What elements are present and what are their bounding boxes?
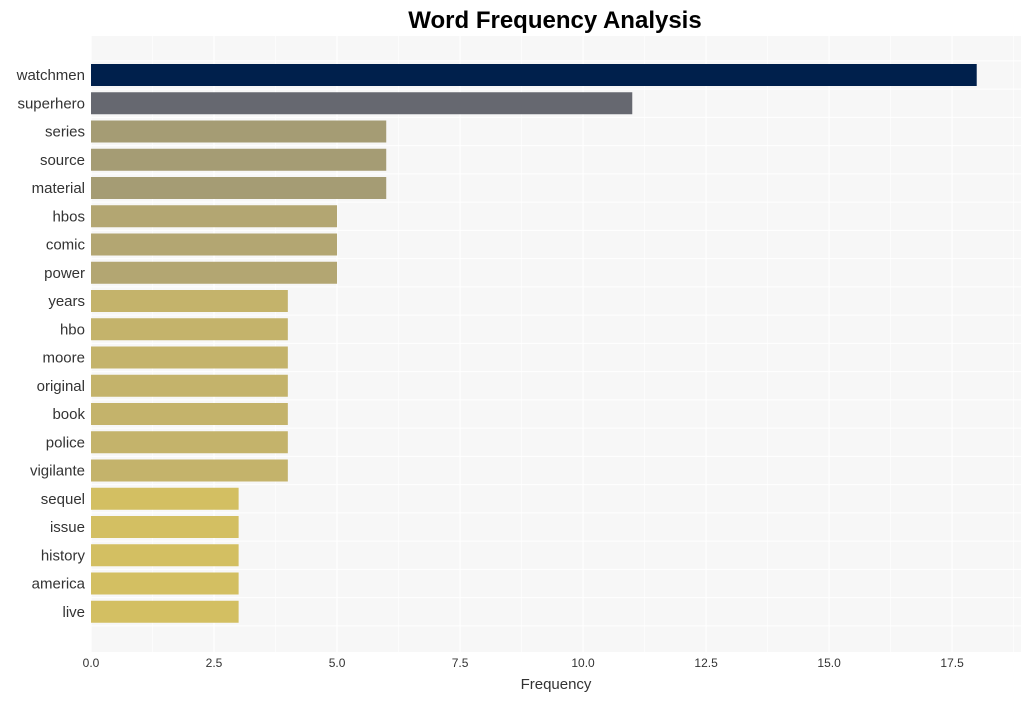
y-tick-label: comic <box>46 237 86 254</box>
bar-book <box>91 403 288 425</box>
y-tick-label: superhero <box>17 95 85 112</box>
y-tick-label: material <box>32 180 85 197</box>
y-tick-label: original <box>37 378 85 395</box>
x-tick-label: 7.5 <box>452 656 469 670</box>
y-tick-label: live <box>62 604 85 621</box>
bar-america <box>91 572 239 595</box>
x-tick-label: 10.0 <box>571 656 595 670</box>
y-tick-label: history <box>41 547 86 564</box>
bar-material <box>91 177 387 199</box>
y-tick-label: issue <box>50 519 85 536</box>
bar-original <box>91 374 288 397</box>
bar-sequel <box>91 487 239 510</box>
bar-chart: watchmen superhero series source material hbo… <box>16 7 1021 693</box>
y-tick-label: vigilante <box>30 463 85 480</box>
x-tick-label: 17.5 <box>940 656 964 670</box>
y-tick-label: hbo <box>60 321 85 338</box>
x-tick-labels: 0.0 2.5 5.0 7.5 10.0 12.5 15.0 17.5 <box>83 656 964 670</box>
bar-vigilante <box>91 459 288 482</box>
bar-superhero <box>91 92 633 115</box>
y-tick-labels: watchmen superhero series source material hbo… <box>16 67 86 621</box>
bar-history <box>91 544 239 567</box>
bar-watchmen <box>91 64 977 86</box>
bar-comic <box>91 233 338 256</box>
x-tick-label: 12.5 <box>694 656 718 670</box>
y-tick-label: america <box>32 576 86 593</box>
y-tick-label: watchmen <box>16 67 85 84</box>
bar-police <box>91 431 288 454</box>
x-tick-label: 0.0 <box>83 656 100 670</box>
bar-source <box>91 148 387 171</box>
bar-moore <box>91 346 288 369</box>
bar-hbos <box>91 205 338 228</box>
y-tick-label: source <box>40 152 85 169</box>
chart-title: Word Frequency Analysis <box>408 7 701 34</box>
bar-power <box>91 261 338 284</box>
bar-series <box>91 120 387 143</box>
x-axis-label: Frequency <box>521 676 592 693</box>
x-tick-label: 5.0 <box>329 656 346 670</box>
y-tick-label: police <box>46 434 85 451</box>
bar-years <box>91 290 288 312</box>
y-tick-label: series <box>45 124 85 141</box>
x-tick-label: 15.0 <box>817 656 841 670</box>
y-tick-label: sequel <box>41 491 85 508</box>
x-tick-label: 2.5 <box>206 656 223 670</box>
bar-issue <box>91 516 239 538</box>
y-tick-label: power <box>44 265 85 282</box>
y-tick-label: hbos <box>52 208 85 225</box>
y-tick-label: years <box>48 293 85 310</box>
y-tick-label: book <box>52 406 85 423</box>
y-tick-label: moore <box>42 350 85 367</box>
bar-live <box>91 600 239 623</box>
bar-hbo <box>91 318 288 341</box>
